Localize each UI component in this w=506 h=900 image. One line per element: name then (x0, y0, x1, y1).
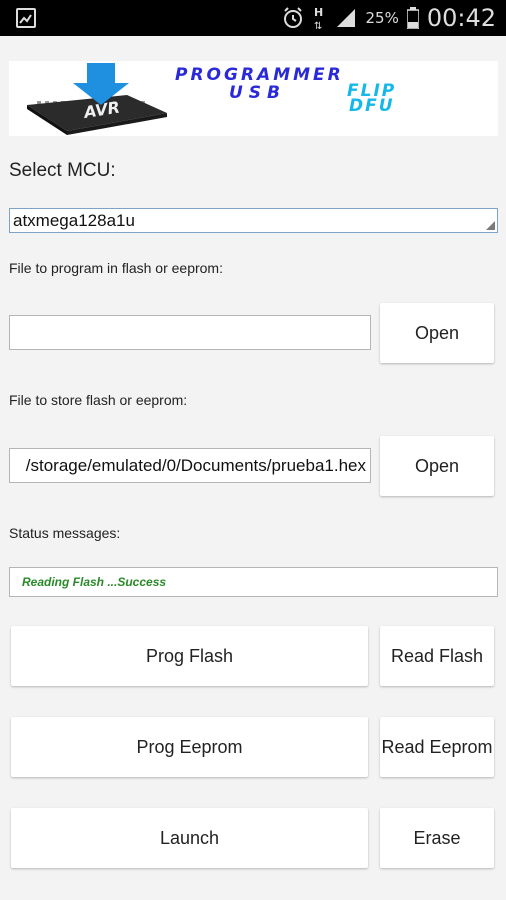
prog-flash-button[interactable]: Prog Flash (11, 626, 368, 686)
select-mcu-label: Select MCU: (9, 160, 116, 181)
hplus-network-icon: H ⇅ (314, 6, 323, 31)
program-file-input[interactable] (9, 315, 371, 350)
image-thumbnail-icon (16, 8, 36, 28)
status-bar: H ⇅ 25% 00:42 (0, 0, 506, 36)
battery-icon (406, 7, 419, 29)
store-file-label: File to store flash or eeprom: (9, 392, 188, 408)
signal-icon (337, 9, 356, 27)
banner-title: PROGRAMMER (175, 65, 344, 85)
svg-text:H: H (314, 6, 323, 19)
battery-percent: 25% (365, 9, 399, 27)
erase-button[interactable]: Erase (380, 808, 494, 868)
mcu-selected-value: atxmega128a1u (13, 211, 135, 230)
read-flash-button[interactable]: Read Flash (380, 626, 494, 686)
prog-eeprom-button[interactable]: Prog Eeprom (11, 717, 368, 777)
clock: 00:42 (426, 4, 496, 32)
banner-dfu: DFU (349, 96, 395, 116)
dropdown-arrow-icon (486, 221, 495, 230)
mcu-spinner[interactable]: atxmega128a1u (9, 208, 498, 233)
svg-text:⇅: ⇅ (314, 21, 322, 31)
banner-usb: USB (229, 83, 287, 103)
alarm-icon (284, 7, 303, 28)
open-program-file-button[interactable]: Open (380, 303, 494, 363)
status-message-box: Reading Flash ...Success (9, 567, 498, 597)
launch-button[interactable]: Launch (11, 808, 368, 868)
programmer-banner: AVR PROGRAMMER USB FLIP DFU (9, 61, 498, 136)
program-file-label: File to program in flash or eeprom: (9, 260, 223, 276)
open-store-file-button[interactable]: Open (380, 436, 494, 496)
status-messages-label: Status messages: (9, 525, 121, 541)
store-file-input[interactable]: /storage/emulated/0/Documents/prueba1.he… (9, 448, 371, 483)
status-message-text: Reading Flash ...Success (22, 575, 167, 589)
store-file-value: /storage/emulated/0/Documents/prueba1.he… (25, 456, 366, 475)
read-eeprom-button[interactable]: Read Eeprom (380, 717, 494, 777)
avr-chip-logo: AVR (27, 63, 167, 135)
